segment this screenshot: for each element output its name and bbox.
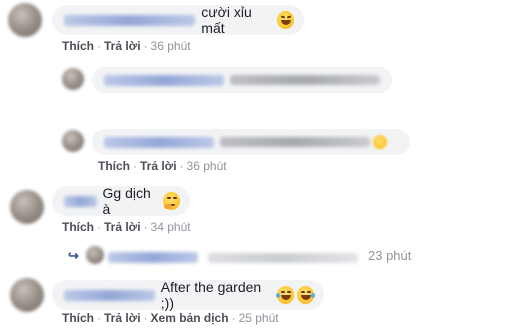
separator: · xyxy=(143,311,148,325)
comment-text: Gg dịch à xyxy=(102,185,151,217)
separator: · xyxy=(179,159,184,173)
timestamp[interactable]: 36 phút xyxy=(151,39,191,53)
tears-of-joy-emoji-icon xyxy=(275,286,294,304)
reply-text-blurred xyxy=(230,75,380,85)
reply-arrow-icon[interactable]: ↪ xyxy=(68,248,79,264)
avatar[interactable] xyxy=(62,68,84,90)
reply-link[interactable]: Trả lời xyxy=(104,39,141,53)
commenter-name[interactable] xyxy=(64,195,97,207)
separator: · xyxy=(97,220,101,234)
separator: · xyxy=(97,39,101,53)
separator: · xyxy=(97,311,101,325)
like-link[interactable]: Thích xyxy=(98,159,130,173)
timestamp[interactable]: 34 phút xyxy=(151,220,191,234)
reply-link[interactable]: Trả lời xyxy=(140,159,177,173)
thinking-emoji-icon xyxy=(162,192,180,210)
commenter-name[interactable] xyxy=(64,289,155,301)
comment-bubble: Gg dịch à xyxy=(52,185,190,217)
comment-actions: Thích · Trả lời · 36 phút xyxy=(98,159,227,173)
comment-actions: Thích · Trả lời · Xem bản dịch · 25 phút xyxy=(62,311,279,325)
comment-bubble: cười xỉu mất xyxy=(52,4,304,36)
timestamp[interactable]: 36 phút xyxy=(187,159,227,173)
reply-text-blurred xyxy=(220,137,370,147)
commenter-name[interactable] xyxy=(64,14,196,26)
collapsed-reply-blurred[interactable] xyxy=(108,250,359,268)
comment-actions: Thích · Trả lời · 34 phút xyxy=(62,220,191,234)
avatar[interactable] xyxy=(10,190,44,224)
separator: · xyxy=(231,311,236,325)
avatar[interactable] xyxy=(86,246,104,264)
comment-actions: Thích · Trả lời · 36 phút xyxy=(62,39,191,53)
reply-timestamp[interactable]: 23 phút xyxy=(368,248,411,263)
tears-of-joy-emoji-icon xyxy=(296,286,316,304)
avatar[interactable] xyxy=(62,130,84,152)
reply-link[interactable]: Trả lời xyxy=(104,311,141,325)
reply-bubble xyxy=(92,129,410,155)
reply-link[interactable]: Trả lời xyxy=(104,220,141,234)
commenter-name[interactable] xyxy=(104,136,214,148)
separator: · xyxy=(143,39,148,53)
comment-text: cười xỉu mất xyxy=(201,4,252,36)
separator: · xyxy=(133,159,137,173)
replier-name[interactable] xyxy=(108,252,198,263)
reply-bubble xyxy=(92,67,392,93)
like-link[interactable]: Thích xyxy=(62,311,94,325)
comment-text: After the garden ;)) xyxy=(160,279,262,311)
timestamp[interactable]: 25 phút xyxy=(239,311,279,325)
laughing-emoji-icon xyxy=(277,11,294,29)
separator: · xyxy=(143,220,148,234)
comment-bubble: After the garden ;)) xyxy=(52,279,324,311)
see-translation-link[interactable]: Xem bản dịch xyxy=(151,311,229,325)
emoji-icon xyxy=(373,135,387,149)
commenter-name[interactable] xyxy=(104,74,224,86)
like-link[interactable]: Thích xyxy=(62,39,94,53)
avatar[interactable] xyxy=(10,278,44,312)
avatar[interactable] xyxy=(8,3,42,37)
like-link[interactable]: Thích xyxy=(62,220,94,234)
